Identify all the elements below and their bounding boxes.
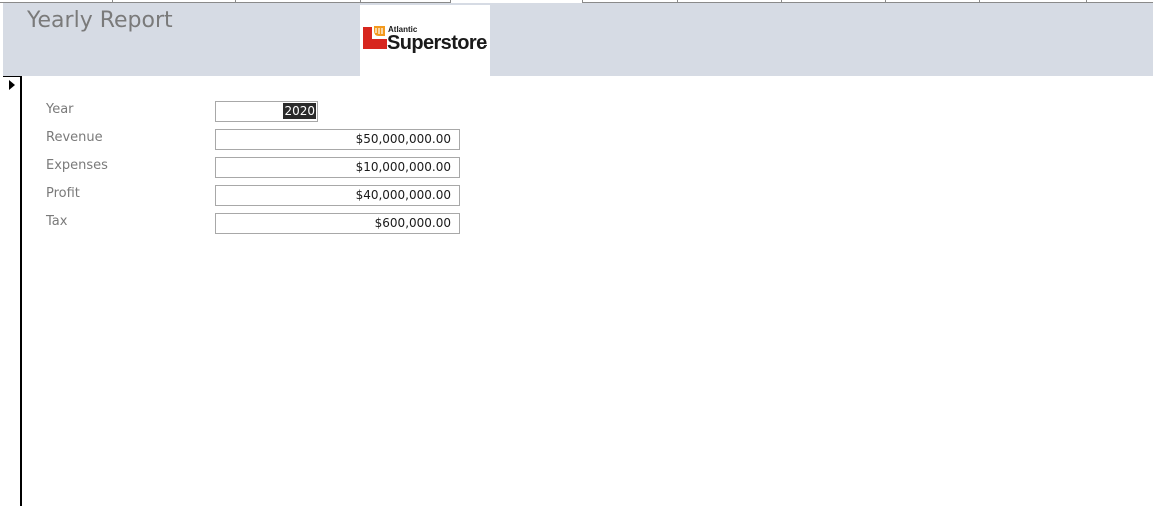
- store-logo-mark-icon: [363, 26, 387, 49]
- record-selector-bar[interactable]: [3, 76, 22, 506]
- logo-big-text: Superstore: [387, 32, 487, 54]
- expenses-field[interactable]: $10,000,000.00: [215, 157, 460, 178]
- tax-label: Tax: [46, 214, 68, 229]
- year-field[interactable]: 2020: [215, 101, 318, 122]
- profit-label: Profit: [46, 186, 80, 201]
- year-label: Year: [46, 102, 74, 117]
- profit-field[interactable]: $40,000,000.00: [215, 185, 460, 206]
- form-header: Yearly Report Atlantic Superstore: [3, 3, 1153, 76]
- revenue-field[interactable]: $50,000,000.00: [215, 129, 460, 150]
- expenses-label: Expenses: [46, 158, 108, 173]
- store-logo: Atlantic Superstore: [360, 5, 490, 76]
- current-record-arrow-icon: [9, 80, 15, 90]
- revenue-label: Revenue: [46, 130, 103, 145]
- form-window: Yearly Report Atlantic Superstore Year 2…: [0, 0, 1153, 506]
- tax-field[interactable]: $600,000.00: [215, 213, 460, 234]
- logo-trademark-mark: [484, 45, 487, 46]
- record-selector-divider: [3, 76, 22, 77]
- page-title: Yearly Report: [27, 8, 173, 33]
- year-value: 2020: [283, 103, 316, 119]
